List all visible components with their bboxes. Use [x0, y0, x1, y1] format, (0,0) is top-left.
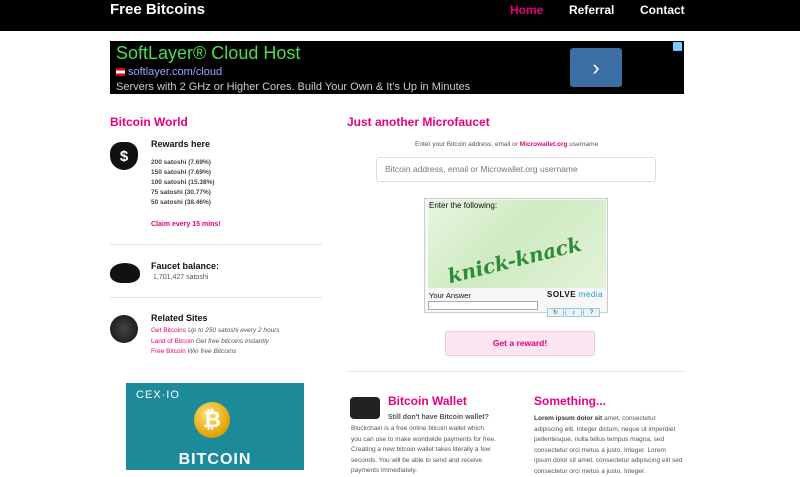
- cexio-logo: CEX·IO: [136, 389, 180, 401]
- refresh-icon[interactable]: ↻: [547, 308, 564, 317]
- captcha-image: knick-knack: [428, 200, 606, 288]
- list-item: 150 satoshi (7.69%): [151, 169, 211, 176]
- something-title: Something...: [534, 394, 606, 408]
- wallet-icon: [350, 397, 380, 419]
- address-input[interactable]: Bitcoin address, email or Microwallet.or…: [376, 157, 656, 182]
- captcha-prompt: Enter the following:: [429, 201, 498, 210]
- rewards-heading: Rewards here: [151, 139, 211, 149]
- something-text: Lorem ipsum dolor sit amet, consectetur …: [534, 415, 683, 475]
- address-instruction: Enter your Bitcoin address, email or Mic…: [415, 141, 599, 148]
- wallet-text: Blockchain is a free online bitcoin wall…: [351, 425, 496, 474]
- chevron-right-icon: ›: [592, 55, 600, 80]
- banner-text: BITCOIN: [178, 451, 252, 468]
- list-item: Get Bitcoins Up to 250 satoshi every 2 h…: [151, 327, 280, 334]
- microwallet-link[interactable]: Microwallet.org: [520, 141, 568, 148]
- solvemedia-captcha: knick-knack Enter the following: Your An…: [424, 198, 608, 317]
- divider: [347, 371, 684, 372]
- solvemedia-logo: SOLVE media: [547, 290, 604, 299]
- list-item: Free Bitcoin Win free Bitcoins: [151, 348, 237, 355]
- list-item: 200 satoshi (7.69%): [151, 159, 211, 166]
- wallet-title: Bitcoin Wallet: [388, 394, 467, 408]
- related-heading: Related Sites: [151, 313, 208, 323]
- money-bag-icon: $: [110, 142, 138, 170]
- audio-icon[interactable]: ♪: [565, 308, 582, 317]
- sidebar-title: Bitcoin World: [110, 115, 188, 129]
- list-item: 50 satoshi (38.46%): [151, 199, 211, 206]
- list-item: 100 satoshi (15.38%): [151, 179, 215, 186]
- balance-value: 1,701,427 satoshi: [153, 274, 209, 281]
- ad-title[interactable]: SoftLayer® Cloud Host: [116, 43, 300, 64]
- cexio-banner[interactable]: CEX·IO ₿ BITCOIN: [126, 383, 304, 470]
- help-icon[interactable]: ?: [583, 308, 600, 317]
- ad-description: Servers with 2 GHz or Higher Cores. Buil…: [116, 81, 471, 93]
- top-navbar: Free Bitcoins Home Referral Contact: [0, 0, 800, 31]
- site-brand[interactable]: Free Bitcoins: [110, 1, 205, 18]
- wallet-subtitle: Still don't have Bitcoin wallet?: [388, 414, 489, 421]
- related-link[interactable]: Free Bitcoin: [151, 348, 186, 355]
- divider: [110, 297, 322, 298]
- page-title: Just another Microfaucet: [347, 115, 490, 129]
- flag-icon: [116, 68, 125, 76]
- captcha-word: knick-knack: [445, 231, 584, 289]
- related-link[interactable]: Get Bitcoins: [151, 327, 186, 334]
- piggy-bank-icon: [110, 263, 140, 283]
- bitcoin-coin-icon: ₿: [194, 402, 230, 438]
- captcha-controls: ↻ ♪?: [547, 301, 601, 319]
- related-link[interactable]: Land of Bitcoin: [151, 338, 194, 345]
- ad-banner[interactable]: SoftLayer® Cloud Host softlayer.com/clou…: [110, 41, 684, 94]
- nav-contact[interactable]: Contact: [640, 3, 685, 17]
- nav-home[interactable]: Home: [510, 3, 543, 17]
- related-list: Get Bitcoins Up to 250 satoshi every 2 h…: [151, 326, 280, 358]
- captcha-answer-input[interactable]: [428, 301, 538, 310]
- nav-referral[interactable]: Referral: [569, 3, 614, 17]
- list-item: Land of Bitcoin Get free bitcoins instan…: [151, 337, 269, 345]
- list-item: 75 satoshi (30.77%): [151, 189, 211, 196]
- claim-note: Claim every 15 mins!: [151, 221, 221, 228]
- ad-arrow-button[interactable]: ›: [570, 48, 622, 87]
- globe-icon: [110, 315, 138, 343]
- get-reward-button[interactable]: Get a reward!: [445, 331, 595, 356]
- balance-heading: Faucet balance:: [151, 261, 220, 271]
- rewards-list: 200 satoshi (7.69%) 150 satoshi (7.69%) …: [151, 158, 215, 208]
- divider: [110, 244, 322, 245]
- captcha-answer-label: Your Answer: [429, 291, 471, 300]
- adchoices-icon[interactable]: [673, 42, 682, 51]
- ad-url[interactable]: softlayer.com/cloud: [116, 66, 222, 78]
